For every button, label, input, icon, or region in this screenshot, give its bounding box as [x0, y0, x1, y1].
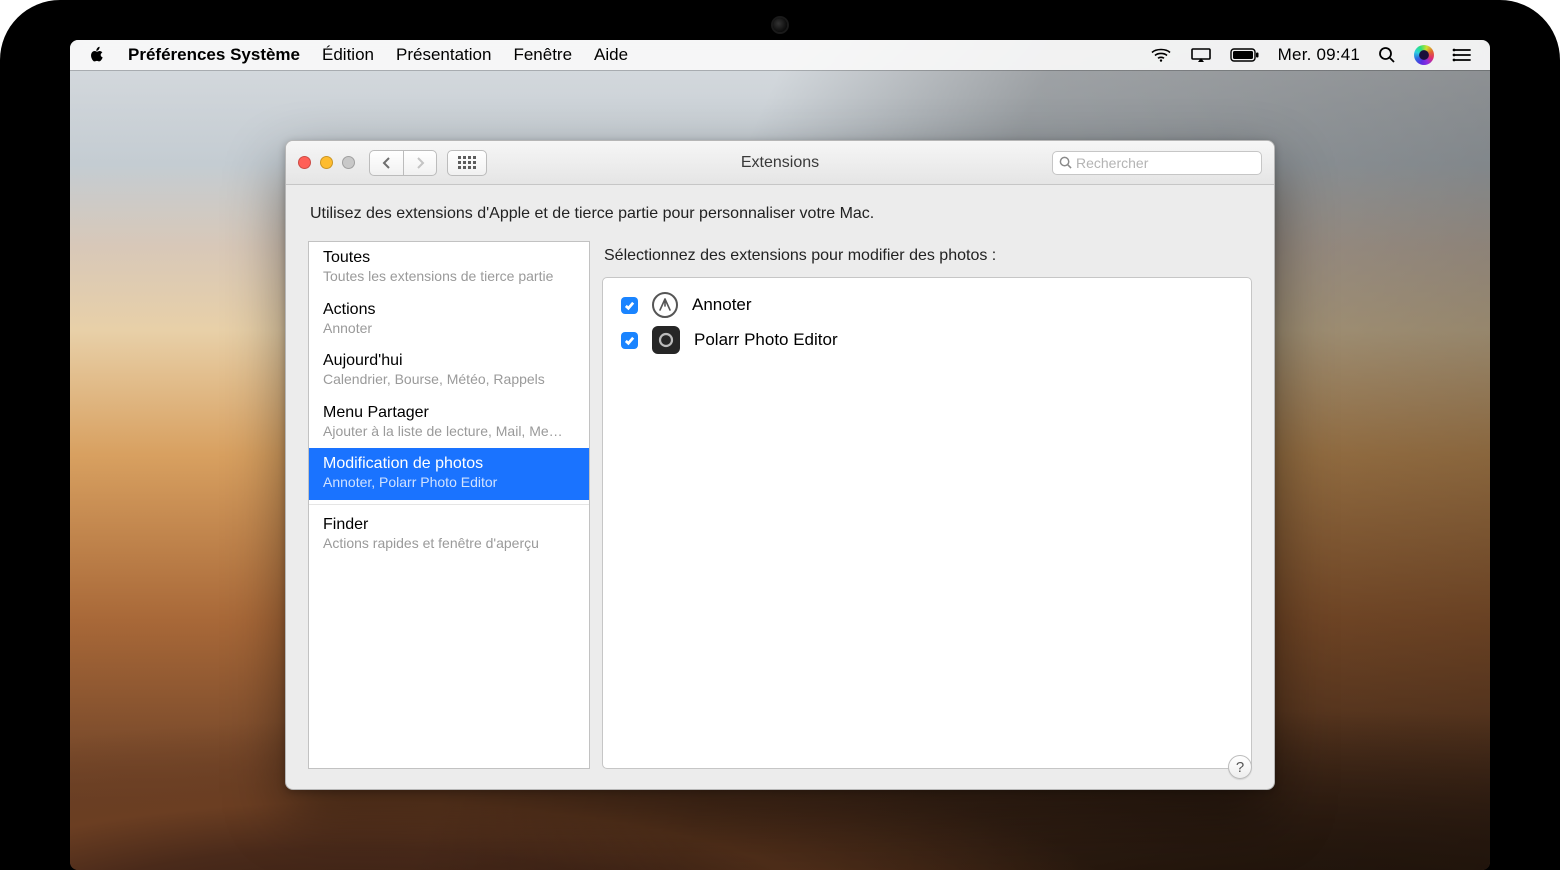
airplay-icon[interactable] [1190, 47, 1212, 63]
sidebar-item-title: Toutes [323, 248, 575, 268]
extension-row-annoter: Annoter [621, 288, 1233, 322]
menu-presentation[interactable]: Présentation [396, 45, 491, 65]
search-field[interactable] [1052, 151, 1262, 175]
sidebar-item-modification-de-photos[interactable]: Modification de photos Annoter, Polarr P… [309, 448, 589, 500]
forward-button[interactable] [403, 150, 437, 176]
wifi-icon[interactable] [1150, 47, 1172, 63]
sidebar-item-finder[interactable]: Finder Actions rapides et fenêtre d'aper… [309, 509, 589, 561]
search-input[interactable] [1076, 155, 1255, 171]
sidebar-item-subtitle: Annoter [323, 320, 575, 338]
sidebar-item-subtitle: Actions rapides et fenêtre d'aperçu [323, 535, 575, 553]
description-text: Utilisez des extensions d'Apple et de ti… [310, 205, 1250, 223]
apple-menu-icon[interactable] [88, 46, 106, 64]
sidebar-item-actions[interactable]: Actions Annoter [309, 294, 589, 346]
preferences-window: Extensions Utilisez des extensions d'App… [285, 140, 1275, 790]
battery-icon[interactable] [1230, 48, 1260, 62]
search-icon [1059, 156, 1072, 169]
sidebar-item-subtitle: Calendrier, Bourse, Météo, Rappels [323, 371, 575, 389]
detail-panel: Sélectionnez des extensions pour modifie… [602, 241, 1252, 769]
show-all-button[interactable] [447, 150, 487, 176]
titlebar[interactable]: Extensions [286, 141, 1274, 185]
sidebar-item-title: Actions [323, 300, 575, 320]
sidebar-item-toutes[interactable]: Toutes Toutes les extensions de tierce p… [309, 242, 589, 294]
checkbox-annoter[interactable] [621, 297, 638, 314]
menu-aide[interactable]: Aide [594, 45, 628, 65]
sidebar-item-subtitle: Toutes les extensions de tierce partie [323, 268, 575, 286]
screen: Préférences Système Édition Présentation… [70, 40, 1490, 870]
extension-label: Annoter [692, 295, 752, 315]
menu-edition[interactable]: Édition [322, 45, 374, 65]
extensions-list: Annoter Polarr Photo Editor [602, 277, 1252, 769]
detail-heading: Sélectionnez des extensions pour modifie… [604, 247, 1250, 265]
sidebar-item-aujourdhui[interactable]: Aujourd'hui Calendrier, Bourse, Météo, R… [309, 345, 589, 397]
polarr-app-icon [652, 326, 680, 354]
menu-fenetre[interactable]: Fenêtre [513, 45, 572, 65]
sidebar-item-subtitle: Ajouter à la liste de lecture, Mail, Me… [323, 423, 575, 441]
sidebar-item-subtitle: Annoter, Polarr Photo Editor [323, 474, 575, 492]
sidebar-item-menu-partager[interactable]: Menu Partager Ajouter à la liste de lect… [309, 397, 589, 449]
help-button[interactable]: ? [1228, 755, 1252, 779]
minimize-traffic-light[interactable] [320, 156, 333, 169]
spotlight-icon[interactable] [1378, 46, 1396, 64]
sidebar-separator [309, 504, 589, 505]
check-icon [624, 300, 635, 311]
checkbox-polarr[interactable] [621, 332, 638, 349]
siri-icon[interactable] [1414, 45, 1434, 65]
check-icon [624, 335, 635, 346]
sidebar-item-title: Modification de photos [323, 454, 575, 474]
categories-sidebar: Toutes Toutes les extensions de tierce p… [308, 241, 590, 769]
back-button[interactable] [369, 150, 403, 176]
sidebar-item-title: Aujourd'hui [323, 351, 575, 371]
extension-label: Polarr Photo Editor [694, 330, 838, 350]
laptop-frame: Préférences Système Édition Présentation… [0, 0, 1560, 870]
notification-center-icon[interactable] [1452, 48, 1472, 62]
sidebar-item-title: Finder [323, 515, 575, 535]
extension-row-polarr: Polarr Photo Editor [621, 322, 1233, 358]
sidebar-item-title: Menu Partager [323, 403, 575, 423]
menubar: Préférences Système Édition Présentation… [70, 40, 1490, 70]
app-name[interactable]: Préférences Système [128, 45, 300, 65]
camera [773, 18, 787, 32]
grid-icon [458, 156, 476, 169]
close-traffic-light[interactable] [298, 156, 311, 169]
window-controls [298, 156, 355, 169]
zoom-traffic-light[interactable] [342, 156, 355, 169]
help-glyph: ? [1236, 759, 1244, 776]
annoter-app-icon [652, 292, 678, 318]
nav-back-forward [369, 150, 437, 176]
window-body: Utilisez des extensions d'Apple et de ti… [286, 185, 1274, 789]
menubar-clock[interactable]: Mer. 09:41 [1278, 45, 1360, 65]
